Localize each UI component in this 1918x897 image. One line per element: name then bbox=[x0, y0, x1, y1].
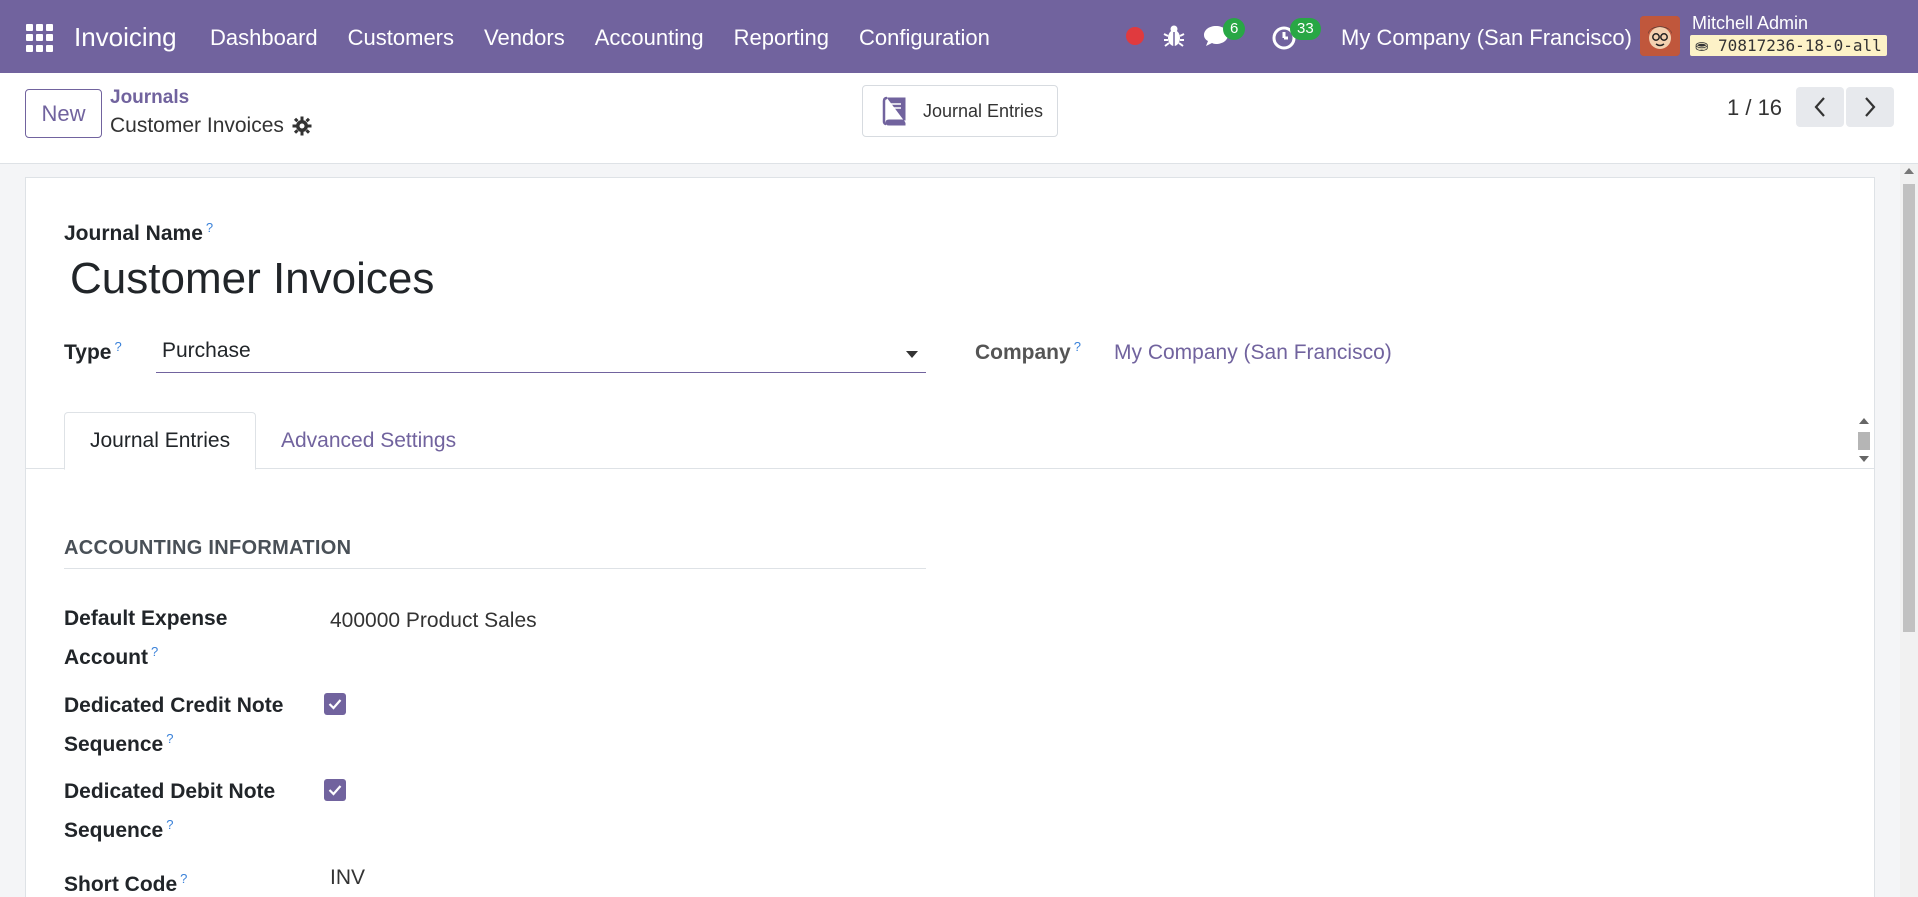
help-icon[interactable]: ? bbox=[166, 731, 173, 746]
help-icon[interactable]: ? bbox=[166, 817, 173, 832]
book-icon bbox=[882, 96, 906, 126]
checkmark-icon bbox=[328, 699, 342, 710]
breadcrumb-current: Customer Invoices bbox=[110, 114, 312, 138]
checkmark-icon bbox=[328, 785, 342, 796]
default-expense-account-label-text: Default Expense Account bbox=[64, 607, 228, 669]
scroll-up-arrow-icon[interactable] bbox=[1859, 418, 1869, 424]
page-scrollbar[interactable] bbox=[1900, 164, 1918, 897]
database-badge: ⛂ 70817236-18-0-all bbox=[1690, 35, 1887, 56]
journal-name-input[interactable]: Customer Invoices bbox=[70, 254, 434, 304]
database-icon: ⛂ bbox=[1695, 36, 1709, 55]
record-status-icon[interactable] bbox=[1126, 27, 1144, 45]
page-scroll-thumb[interactable] bbox=[1903, 184, 1915, 632]
type-select-value: Purchase bbox=[162, 339, 251, 362]
tabs-scroll-thumb[interactable] bbox=[1858, 432, 1870, 450]
scroll-down-arrow-icon[interactable] bbox=[1859, 456, 1869, 462]
notebook-tabs: Journal Entries Advanced Settings bbox=[26, 412, 1874, 470]
caret-down-icon bbox=[906, 351, 918, 358]
journal-name-label: Journal Name? bbox=[64, 220, 213, 246]
default-expense-account-label: Default Expense Account? bbox=[64, 602, 304, 674]
menu-item-customers[interactable]: Customers bbox=[348, 25, 454, 51]
new-button[interactable]: New bbox=[25, 89, 102, 138]
database-name: 70817236-18-0-all bbox=[1718, 36, 1882, 55]
dedicated-credit-note-sequence-label: Dedicated Credit Note Sequence? bbox=[64, 689, 304, 761]
chevron-right-icon bbox=[1865, 97, 1876, 117]
form-sheet: Journal Name? Customer Invoices Type? Pu… bbox=[25, 177, 1875, 897]
gear-icon[interactable] bbox=[292, 116, 312, 136]
tabs-scrollbar[interactable] bbox=[1856, 412, 1872, 468]
pager-previous-button[interactable] bbox=[1796, 87, 1844, 127]
main-menu: Dashboard Customers Vendors Accounting R… bbox=[210, 25, 1020, 51]
control-panel: New Journals Customer Invoices Journal E… bbox=[0, 73, 1918, 164]
journal-entries-smart-button[interactable]: Journal Entries bbox=[862, 85, 1058, 137]
help-icon[interactable]: ? bbox=[1074, 339, 1081, 354]
help-icon[interactable]: ? bbox=[180, 871, 187, 886]
pager-next-button[interactable] bbox=[1846, 87, 1894, 127]
pager-value[interactable]: 1 / 16 bbox=[1727, 95, 1782, 121]
menu-item-configuration[interactable]: Configuration bbox=[859, 25, 990, 51]
top-navbar: Invoicing Dashboard Customers Vendors Ac… bbox=[0, 0, 1918, 73]
menu-item-dashboard[interactable]: Dashboard bbox=[210, 25, 318, 51]
apps-grid-icon[interactable] bbox=[26, 24, 54, 52]
company-label: Company? bbox=[975, 339, 1081, 365]
type-label: Type? bbox=[64, 339, 122, 365]
company-label-text: Company bbox=[975, 341, 1071, 364]
scroll-up-arrow-icon[interactable] bbox=[1904, 168, 1914, 174]
app-name[interactable]: Invoicing bbox=[74, 22, 177, 53]
tab-journal-entries[interactable]: Journal Entries bbox=[64, 412, 257, 470]
menu-item-reporting[interactable]: Reporting bbox=[734, 25, 829, 51]
type-label-text: Type bbox=[64, 341, 112, 364]
dedicated-credit-note-sequence-checkbox[interactable] bbox=[324, 693, 346, 715]
tab-advanced-settings[interactable]: Advanced Settings bbox=[256, 412, 481, 470]
bug-icon[interactable] bbox=[1163, 24, 1185, 48]
menu-item-accounting[interactable]: Accounting bbox=[595, 25, 704, 51]
help-icon[interactable]: ? bbox=[151, 644, 158, 659]
breadcrumb-current-label: Customer Invoices bbox=[110, 114, 284, 137]
dedicated-credit-note-sequence-label-text: Dedicated Credit Note Sequence bbox=[64, 694, 284, 756]
short-code-label: Short Code? bbox=[64, 862, 304, 897]
journal-name-label-text: Journal Name bbox=[64, 222, 203, 245]
menu-item-vendors[interactable]: Vendors bbox=[484, 25, 565, 51]
company-switcher[interactable]: My Company (San Francisco) bbox=[1341, 25, 1632, 51]
user-avatar[interactable] bbox=[1640, 16, 1680, 56]
section-title-accounting-information: ACCOUNTING INFORMATION bbox=[64, 537, 926, 569]
short-code-label-text: Short Code bbox=[64, 873, 178, 896]
dedicated-debit-note-sequence-checkbox[interactable] bbox=[324, 779, 346, 801]
user-name[interactable]: Mitchell Admin bbox=[1692, 13, 1808, 34]
dedicated-debit-note-sequence-label: Dedicated Debit Note Sequence? bbox=[64, 775, 304, 847]
messages-count-badge: 6 bbox=[1223, 18, 1246, 40]
type-select[interactable]: Purchase bbox=[156, 339, 926, 373]
journal-entries-smart-label: Journal Entries bbox=[923, 100, 1044, 121]
activities-count-badge: 33 bbox=[1290, 18, 1321, 40]
short-code-field[interactable]: INV bbox=[330, 866, 365, 890]
default-expense-account-field[interactable]: 400000 Product Sales bbox=[330, 609, 537, 633]
help-icon[interactable]: ? bbox=[206, 220, 213, 235]
company-field[interactable]: My Company (San Francisco) bbox=[1114, 341, 1392, 365]
chevron-left-icon bbox=[1814, 97, 1825, 117]
help-icon[interactable]: ? bbox=[114, 339, 121, 354]
dedicated-debit-note-sequence-label-text: Dedicated Debit Note Sequence bbox=[64, 780, 276, 842]
breadcrumb-journals[interactable]: Journals bbox=[110, 87, 189, 109]
